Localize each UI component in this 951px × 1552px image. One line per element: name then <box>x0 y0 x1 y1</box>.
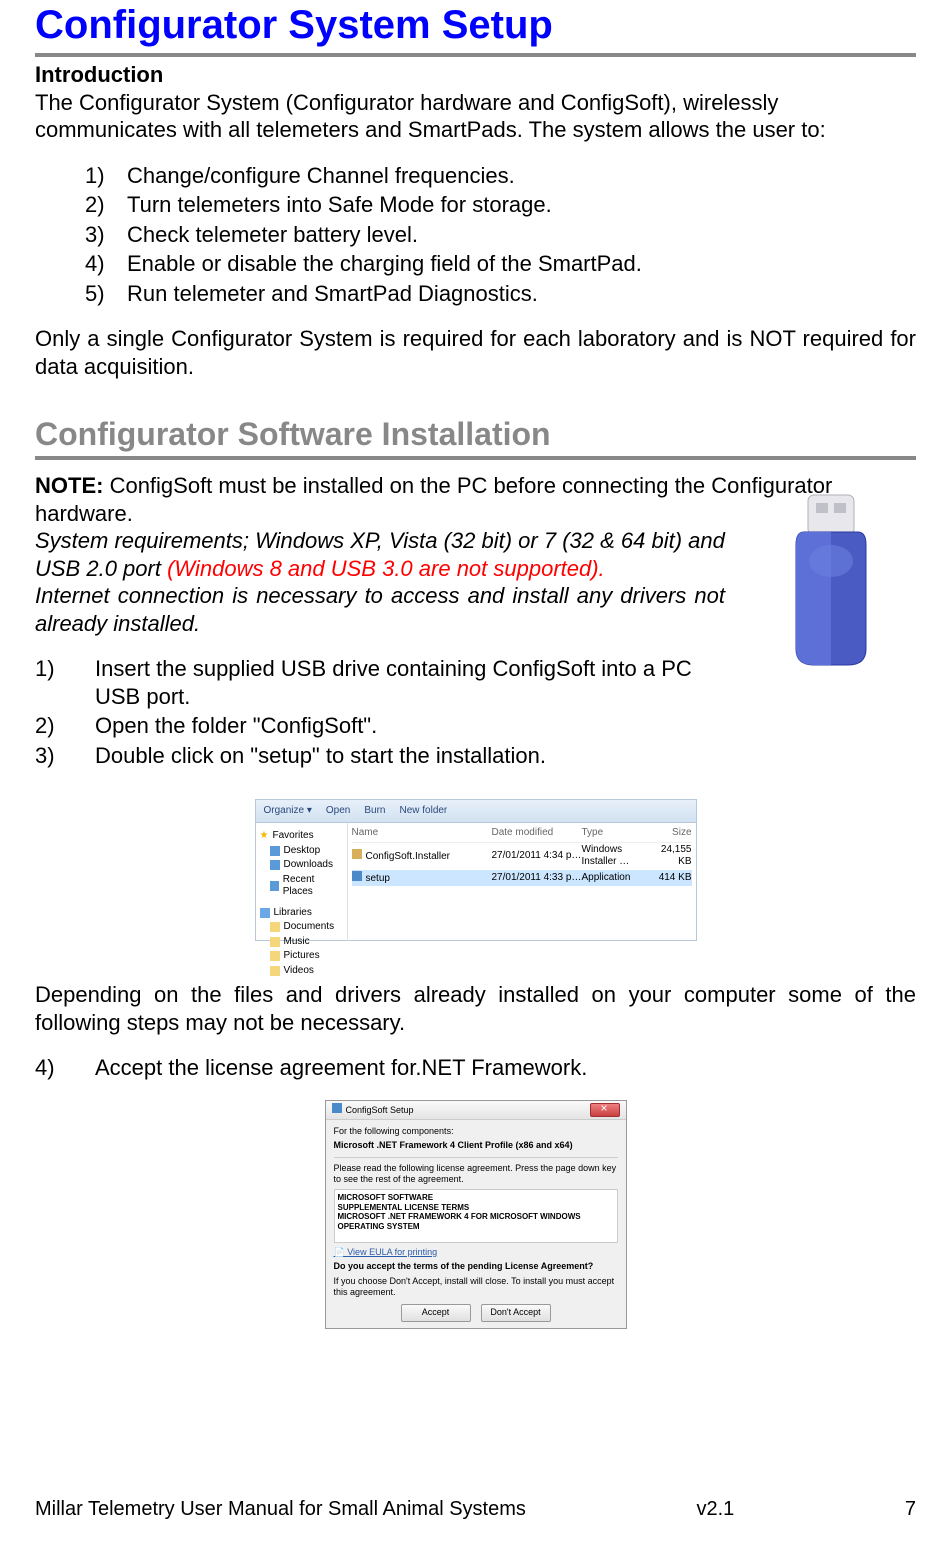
explorer-toolbar: Organize ▾ Open Burn New folder <box>256 800 696 823</box>
dont-accept-button[interactable]: Don't Accept <box>481 1304 551 1322</box>
sysreq-warning: (Windows 8 and USB 3.0 are not supported… <box>167 556 605 581</box>
page-title: Configurator System Setup <box>35 0 916 57</box>
burn-button[interactable]: Burn <box>364 805 385 818</box>
file-row[interactable]: setup 27/01/2011 4:33 p… Application 414… <box>352 870 692 887</box>
close-icon[interactable] <box>590 1103 620 1117</box>
step-number: 3) <box>35 742 95 770</box>
step-number: 2) <box>35 712 95 740</box>
footer-center: v2.1 <box>696 1497 734 1522</box>
list-number: 2) <box>85 191 127 219</box>
nav-documents[interactable]: Documents <box>260 920 343 935</box>
install-step-4: 4)Accept the license agreement for.NET F… <box>35 1054 916 1082</box>
usb-drive-icon <box>746 487 916 677</box>
step-text: Double click on "setup" to start the ins… <box>95 742 916 770</box>
list-number: 5) <box>85 280 127 308</box>
for-components-label: For the following components: <box>334 1126 618 1137</box>
view-eula-link[interactable]: 📄 View EULA for printing <box>334 1247 618 1258</box>
list-item: Change/configure Channel frequencies. <box>127 162 515 190</box>
step-text: Accept the license agreement for.NET Fra… <box>95 1054 916 1082</box>
list-number: 1) <box>85 162 127 190</box>
nav-recent[interactable]: Recent Places <box>260 873 343 900</box>
col-size[interactable]: Size <box>652 827 692 840</box>
installer-titlebar: ConfigSoft Setup <box>326 1101 626 1120</box>
list-item: Enable or disable the charging field of … <box>127 250 642 278</box>
license-line: SUPPLEMENTAL LICENSE TERMS <box>338 1203 614 1213</box>
note-label: NOTE: <box>35 473 103 498</box>
col-type[interactable]: Type <box>582 827 652 840</box>
list-item: Run telemeter and SmartPad Diagnostics. <box>127 280 538 308</box>
nav-favorites[interactable]: ★Favorites <box>260 829 343 844</box>
explorer-nav: ★Favorites Desktop Downloads Recent Plac… <box>256 823 348 941</box>
install-heading: Configurator Software Installation <box>35 414 916 460</box>
license-box[interactable]: MICROSOFT SOFTWARE SUPPLEMENTAL LICENSE … <box>334 1189 618 1243</box>
file-row[interactable]: ConfigSoft.Installer 27/01/2011 4:34 p… … <box>352 843 692 870</box>
note-text: ConfigSoft must be installed on the PC b… <box>35 473 832 526</box>
newfolder-button[interactable]: New folder <box>399 805 447 818</box>
files-header: Name Date modified Type Size <box>352 827 692 843</box>
system-requirements: System requirements; Windows XP, Vista (… <box>35 527 725 582</box>
installer-title-text: ConfigSoft Setup <box>332 1103 414 1116</box>
license-line: MICROSOFT .NET FRAMEWORK 4 FOR MICROSOFT… <box>338 1212 614 1231</box>
page-footer: Millar Telemetry User Manual for Small A… <box>35 1497 916 1522</box>
depending-text: Depending on the files and drivers alrea… <box>35 981 916 1036</box>
installer-dialog: ConfigSoft Setup For the following compo… <box>325 1100 627 1330</box>
nav-libraries[interactable]: Libraries <box>260 906 343 921</box>
intro-list: 1)Change/configure Channel frequencies. … <box>85 162 916 308</box>
explorer-files: Name Date modified Type Size ConfigSoft.… <box>348 823 696 941</box>
dont-accept-note: If you choose Don't Accept, install will… <box>334 1276 618 1299</box>
list-number: 4) <box>85 250 127 278</box>
step-number: 1) <box>35 655 95 710</box>
list-number: 3) <box>85 221 127 249</box>
step-text: Insert the supplied USB drive containing… <box>95 655 735 710</box>
footer-left: Millar Telemetry User Manual for Small A… <box>35 1497 526 1522</box>
application-icon <box>352 871 362 881</box>
nav-pictures[interactable]: Pictures <box>260 949 343 964</box>
step-number: 4) <box>35 1054 95 1082</box>
intro-closing: Only a single Configurator System is req… <box>35 325 916 380</box>
list-item: Turn telemeters into Safe Mode for stora… <box>127 191 552 219</box>
step-text: Open the folder "ConfigSoft". <box>95 712 916 740</box>
read-agreement-text: Please read the following license agreem… <box>334 1163 618 1186</box>
sysreq-internet: Internet connection is necessary to acce… <box>35 582 725 637</box>
footer-right: 7 <box>905 1497 916 1522</box>
accept-question: Do you accept the terms of the pending L… <box>334 1261 618 1272</box>
col-date[interactable]: Date modified <box>492 827 582 840</box>
organize-button[interactable]: Organize ▾ <box>264 805 312 818</box>
explorer-window: Organize ▾ Open Burn New folder ★Favorit… <box>255 799 697 941</box>
accept-button[interactable]: Accept <box>401 1304 471 1322</box>
intro-para: The Configurator System (Configurator ha… <box>35 89 916 144</box>
component-name: Microsoft .NET Framework 4 Client Profil… <box>334 1140 618 1151</box>
license-line: MICROSOFT SOFTWARE <box>338 1193 614 1203</box>
list-item: Check telemeter battery level. <box>127 221 418 249</box>
installer-icon <box>352 849 362 859</box>
col-name[interactable]: Name <box>352 827 492 840</box>
intro-heading: Introduction <box>35 61 916 89</box>
nav-music[interactable]: Music <box>260 935 343 950</box>
nav-downloads[interactable]: Downloads <box>260 858 343 873</box>
open-button[interactable]: Open <box>326 805 350 818</box>
nav-desktop[interactable]: Desktop <box>260 844 343 859</box>
nav-videos[interactable]: Videos <box>260 964 343 979</box>
